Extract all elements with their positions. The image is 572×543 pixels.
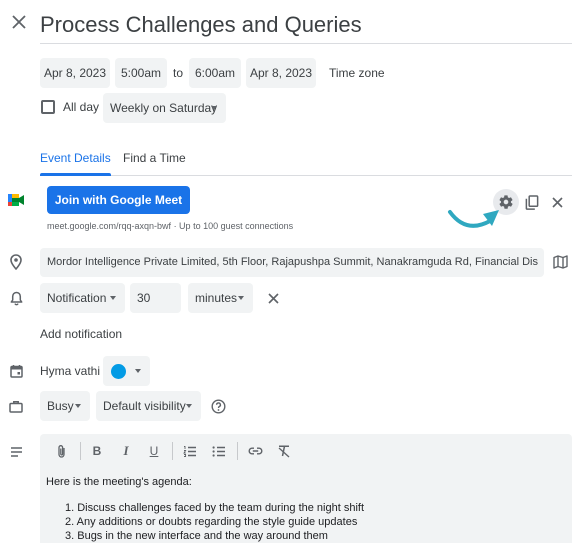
google-meet-icon: [8, 193, 24, 207]
tab-divider: [40, 175, 572, 176]
end-time-button[interactable]: 6:00am: [189, 58, 241, 88]
visibility-value: Default visibility: [103, 399, 186, 413]
description-editor[interactable]: B I U Here is the meeting's agenda: 1. D…: [40, 434, 572, 543]
agenda-item-number: 1.: [65, 502, 78, 514]
underline-icon[interactable]: U: [146, 443, 162, 459]
chevron-down-icon: [135, 369, 141, 373]
numbered-list-icon[interactable]: [182, 443, 198, 459]
agenda-item: 3. Bugs in the new interface and the way…: [65, 529, 364, 543]
agenda-item-number: 2.: [65, 516, 77, 528]
chevron-down-icon: [211, 106, 217, 110]
bulleted-list-icon[interactable]: [211, 443, 227, 459]
agenda-list: 1. Discuss challenges faced by the team …: [65, 501, 364, 543]
add-notification-button[interactable]: Add notification: [40, 327, 122, 341]
chevron-down-icon: [75, 404, 81, 408]
bell-icon: [8, 290, 24, 306]
notification-unit-value: minutes: [195, 291, 238, 305]
copy-icon[interactable]: [523, 193, 541, 211]
bold-icon[interactable]: B: [89, 443, 105, 459]
tab-event-details[interactable]: Event Details: [40, 151, 111, 165]
notification-type-dropdown[interactable]: Notification: [40, 283, 125, 313]
join-google-meet-button[interactable]: Join with Google Meet: [47, 186, 190, 214]
location-input[interactable]: Mordor Intelligence Private Limited, 5th…: [40, 248, 544, 277]
recurrence-value: Weekly on Saturday: [110, 101, 218, 115]
link-icon[interactable]: [247, 443, 263, 459]
remove-notification-icon[interactable]: [265, 290, 281, 306]
start-date-button[interactable]: Apr 8, 2023: [40, 58, 110, 88]
agenda-item-text: Discuss challenges faced by the team dur…: [77, 502, 365, 514]
all-day-checkbox[interactable]: [41, 100, 55, 114]
description-icon: [8, 444, 24, 460]
notification-unit-dropdown[interactable]: minutes: [188, 283, 253, 313]
help-icon[interactable]: [209, 397, 227, 415]
attachment-icon[interactable]: [53, 443, 69, 459]
calendar-owner-name: Hyma vathi: [40, 364, 101, 378]
chevron-down-icon: [238, 296, 244, 300]
clear-formatting-icon[interactable]: [276, 443, 292, 459]
active-tab-indicator: [40, 173, 111, 176]
map-icon[interactable]: [551, 254, 569, 270]
close-icon[interactable]: [9, 12, 29, 32]
notification-type-value: Notification: [47, 291, 107, 305]
agenda-item: 2. Any additions or doubts regarding the…: [65, 515, 364, 529]
toolbar-divider: [237, 442, 238, 460]
end-date-button[interactable]: Apr 8, 2023: [246, 58, 316, 88]
event-title-text: Process Challenges and Queries: [40, 12, 362, 37]
agenda-item-number: 3.: [65, 530, 78, 542]
agenda-item: 1. Discuss challenges faced by the team …: [65, 501, 364, 515]
remove-meet-icon[interactable]: [549, 194, 565, 210]
all-day-label: All day: [63, 100, 100, 114]
calendar-color-dropdown[interactable]: [103, 356, 150, 386]
toolbar-divider: [172, 442, 173, 460]
recurrence-dropdown[interactable]: Weekly on Saturday: [103, 93, 226, 123]
calendar-icon: [8, 363, 24, 379]
briefcase-icon: [8, 398, 24, 414]
location-pin-icon: [8, 254, 24, 270]
timezone-button[interactable]: Time zone: [329, 66, 385, 80]
agenda-item-text: Any additions or doubts regarding the st…: [76, 516, 358, 528]
notification-value-input[interactable]: 30: [130, 283, 181, 313]
agenda-item-text: Bugs in the new interface and the way ar…: [77, 530, 328, 542]
calendar-color-dot: [111, 363, 126, 379]
tab-find-a-time[interactable]: Find a Time: [123, 151, 186, 165]
meet-link-info: meet.google.com/rqq-axqn-bwf · Up to 100…: [47, 221, 294, 231]
to-label: to: [173, 66, 184, 80]
italic-icon[interactable]: I: [118, 443, 134, 459]
start-time-button[interactable]: 5:00am: [115, 58, 167, 88]
chevron-down-icon: [110, 296, 116, 300]
busy-status-dropdown[interactable]: Busy: [40, 391, 90, 421]
location-text: Mordor Intelligence Private Limited, 5th…: [47, 256, 538, 268]
chevron-down-icon: [186, 404, 192, 408]
busy-status-value: Busy: [47, 399, 74, 413]
description-intro: Here is the meeting's agenda:: [46, 476, 192, 488]
visibility-dropdown[interactable]: Default visibility: [96, 391, 201, 421]
annotation-arrow: [446, 203, 502, 239]
formatting-toolbar: B I U: [40, 434, 572, 468]
event-title-input[interactable]: Process Challenges and Queries: [40, 4, 572, 44]
toolbar-divider: [80, 442, 81, 460]
